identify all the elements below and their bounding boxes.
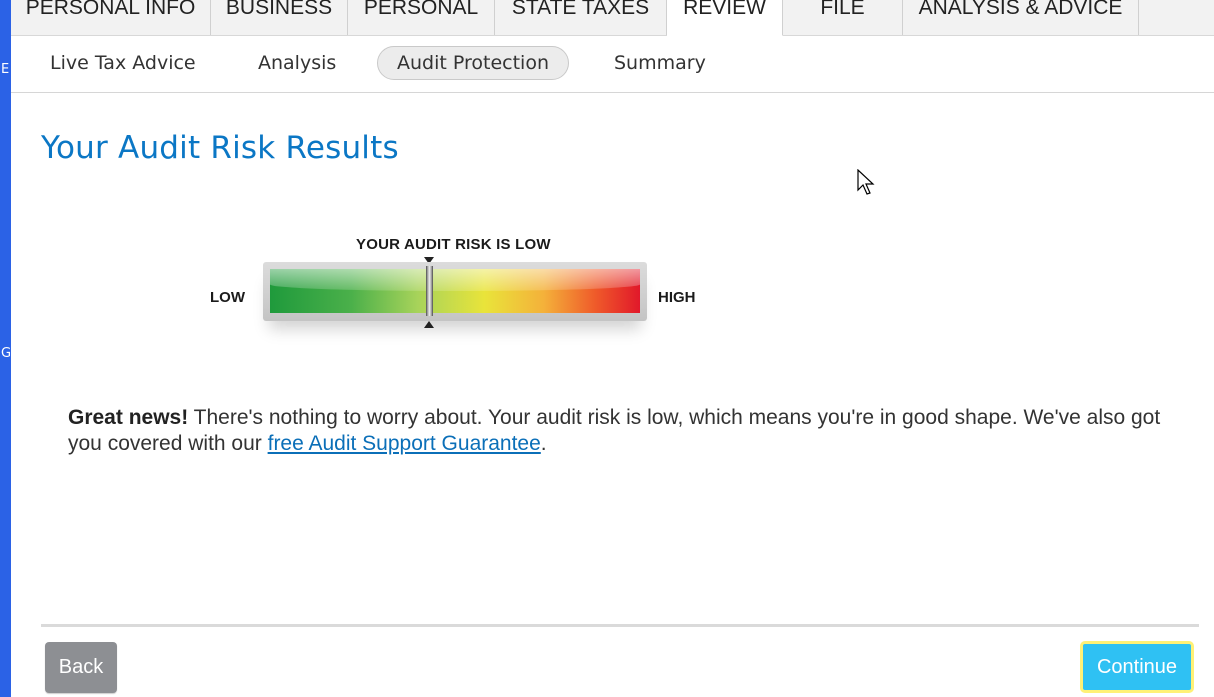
- tab-state-taxes[interactable]: STATE TAXES: [495, 0, 667, 35]
- background-glyph: G: [1, 346, 12, 361]
- continue-button[interactable]: Continue: [1080, 641, 1194, 693]
- subnav-summary[interactable]: Summary: [595, 46, 725, 80]
- tab-analysis-advice[interactable]: ANALYSIS & ADVICE: [903, 0, 1139, 35]
- top-nav-tabs: PERSONAL INFO BUSINESS PERSONAL STATE TA…: [11, 0, 1214, 36]
- audit-support-guarantee-link[interactable]: free Audit Support Guarantee: [268, 432, 541, 455]
- message-lead: Great news!: [68, 406, 189, 429]
- message-body: There's nothing to worry about. Your aud…: [68, 406, 1161, 455]
- tab-file[interactable]: FILE: [783, 0, 903, 35]
- tab-review[interactable]: REVIEW: [667, 0, 783, 36]
- tab-label: FILE: [820, 0, 865, 19]
- tab-label: STATE TAXES: [511, 0, 650, 19]
- audit-risk-caption: YOUR AUDIT RISK IS LOW: [356, 236, 551, 253]
- tab-label: PERSONAL: [363, 0, 479, 19]
- meter-gloss: [270, 269, 640, 291]
- footer-divider: [41, 624, 1199, 627]
- audit-risk-meter: [263, 262, 647, 321]
- sub-nav: Live Tax Advice Analysis Audit Protectio…: [11, 36, 1214, 93]
- tab-label: REVIEW: [683, 0, 766, 19]
- risk-level-needle: [426, 266, 434, 316]
- tab-business[interactable]: BUSINESS: [211, 0, 348, 35]
- background-glyph: E: [1, 62, 10, 77]
- tab-personal-info[interactable]: PERSONAL INFO: [11, 0, 211, 35]
- page-title: Your Audit Risk Results: [41, 130, 399, 166]
- meter-low-label: LOW: [210, 289, 245, 306]
- risk-gradient-bar: [270, 269, 640, 313]
- subnav-live-tax-advice[interactable]: Live Tax Advice: [31, 46, 215, 80]
- mouse-cursor-icon: [857, 169, 875, 195]
- meter-high-label: HIGH: [658, 289, 696, 306]
- back-button[interactable]: Back: [45, 642, 117, 693]
- background-window-strip: E G: [0, 0, 11, 697]
- message-end: .: [540, 432, 547, 455]
- result-message: Great news! There's nothing to worry abo…: [68, 405, 1178, 457]
- tab-personal[interactable]: PERSONAL: [348, 0, 495, 35]
- tab-label: BUSINESS: [225, 0, 333, 19]
- subnav-analysis[interactable]: Analysis: [239, 46, 355, 80]
- meter-bottom-arrow-icon: [424, 321, 435, 328]
- subnav-audit-protection[interactable]: Audit Protection: [377, 46, 569, 80]
- tab-label: PERSONAL INFO: [25, 0, 196, 19]
- tab-label: ANALYSIS & ADVICE: [918, 0, 1123, 19]
